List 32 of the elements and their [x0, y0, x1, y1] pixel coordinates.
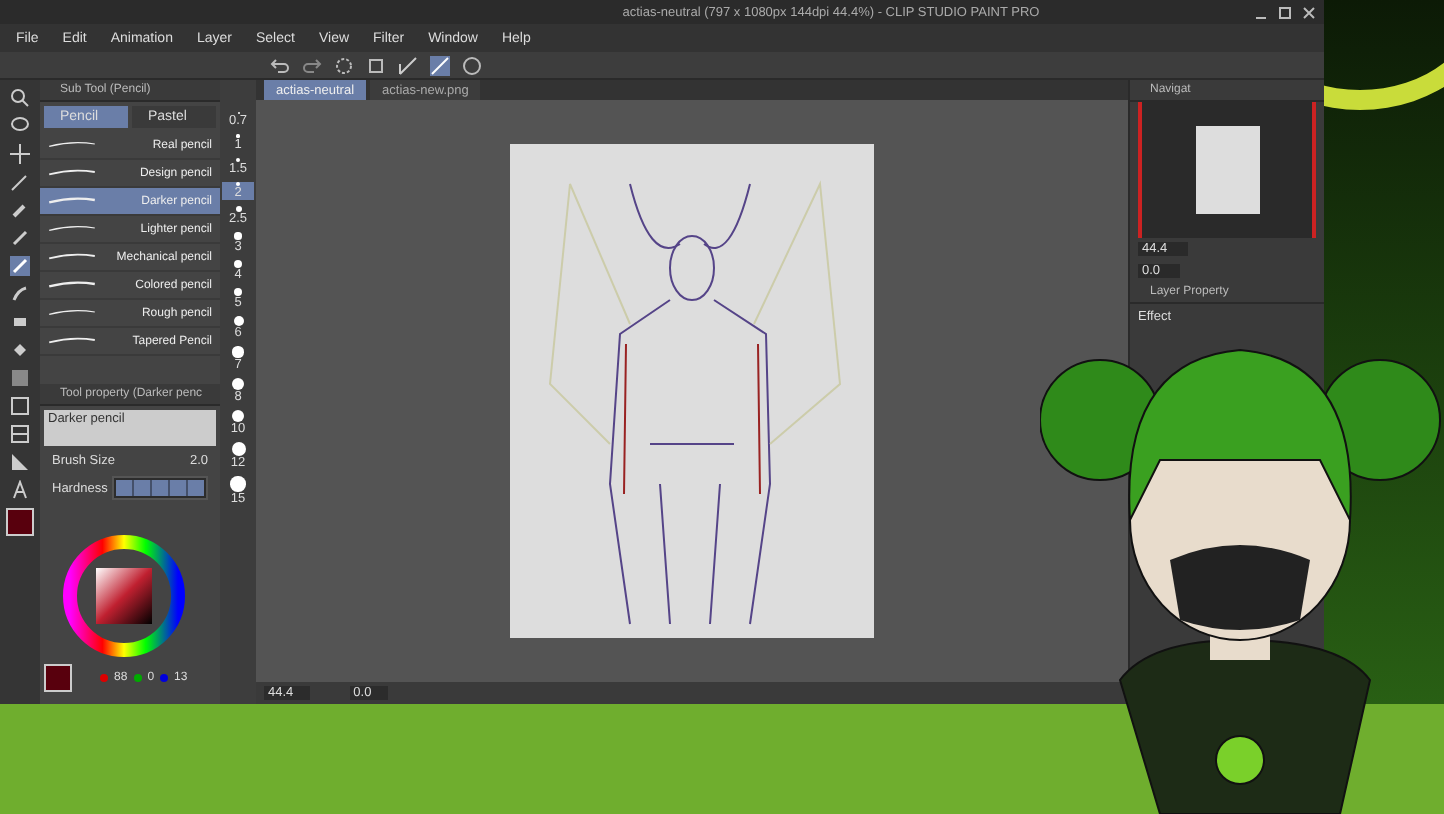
color-wheel[interactable]	[60, 532, 188, 660]
maximize-icon[interactable]	[1278, 5, 1292, 19]
brush-icon[interactable]	[10, 284, 30, 304]
selection-icon[interactable]	[334, 55, 354, 75]
brush-stroke-icon	[48, 306, 96, 318]
undo-icon[interactable]	[270, 55, 290, 75]
text-icon[interactable]	[10, 480, 30, 500]
rectangle-icon[interactable]	[10, 396, 30, 416]
crop-icon[interactable]	[366, 55, 386, 75]
close-icon[interactable]	[1302, 5, 1316, 19]
channel-dot-icon	[160, 674, 169, 682]
pencil-icon[interactable]	[10, 256, 30, 276]
brush-stroke-icon	[48, 166, 96, 178]
color-swatch[interactable]	[44, 664, 72, 692]
main-color-swatch[interactable]	[6, 508, 34, 536]
move-icon[interactable]	[10, 144, 30, 164]
help-icon[interactable]	[462, 55, 482, 75]
brush-stroke-icon	[48, 138, 96, 150]
brush-stroke-icon	[48, 278, 96, 290]
brush-stroke-icon	[48, 334, 96, 346]
brush-stroke-icon	[48, 250, 96, 262]
channel-dot-icon	[133, 674, 142, 682]
frame-icon[interactable]	[10, 424, 30, 444]
brush-stroke-icon	[48, 222, 96, 234]
navigator-preview[interactable]	[1138, 102, 1316, 238]
eraser-icon[interactable]	[10, 312, 30, 332]
channel-dot-icon	[100, 674, 108, 682]
brush-stroke-icon	[48, 194, 96, 206]
redo-icon[interactable]	[302, 55, 322, 75]
search-icon[interactable]	[10, 88, 30, 108]
lasso-icon[interactable]	[10, 116, 30, 136]
canvas-thumbnail	[1195, 126, 1259, 214]
